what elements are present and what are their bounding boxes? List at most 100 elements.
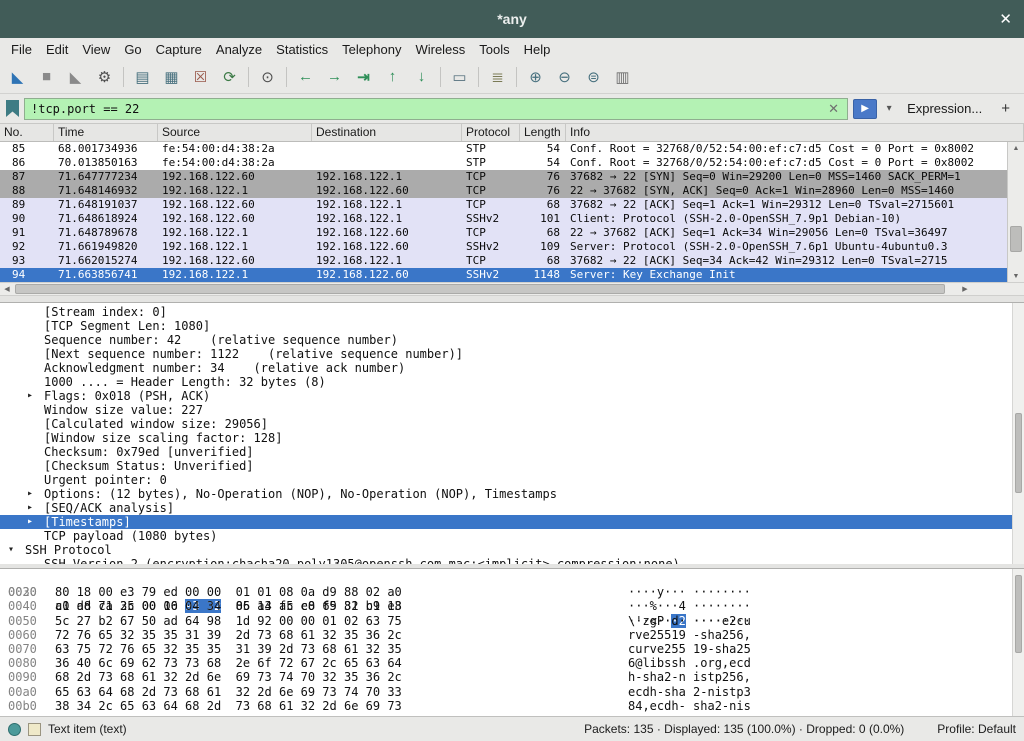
hex-row[interactable]: 007063 75 72 76 65 32 35 35 31 39 2d 73 … [0, 642, 1024, 656]
expand-arrow-icon[interactable]: ▾ [8, 543, 25, 557]
go-forward-button[interactable]: → [321, 64, 348, 90]
expand-arrow-icon[interactable] [27, 305, 44, 319]
expand-arrow-icon[interactable] [27, 473, 44, 487]
expand-arrow-icon[interactable] [27, 445, 44, 459]
menu-help[interactable]: Help [517, 40, 558, 59]
menu-statistics[interactable]: Statistics [269, 40, 335, 59]
expand-arrow-icon[interactable] [27, 459, 44, 473]
tree-item[interactable]: 1000 .... = Header Length: 32 bytes (8) [0, 375, 1024, 389]
details-v-scrollbar[interactable] [1012, 303, 1024, 564]
menu-file[interactable]: File [4, 40, 39, 59]
hex-row[interactable]: 008036 40 6c 69 62 73 73 68 2e 6f 72 67 … [0, 656, 1024, 670]
expand-arrow-icon[interactable] [27, 361, 44, 375]
close-window-icon[interactable]: ✕ [999, 10, 1012, 28]
tree-item[interactable]: TCP payload (1080 bytes) [0, 529, 1024, 543]
column-header-length[interactable]: Length [520, 124, 566, 141]
expand-arrow-icon[interactable] [27, 529, 44, 543]
go-last-packet-button[interactable]: ↓ [408, 64, 435, 90]
tree-item[interactable]: Window size value: 227 [0, 403, 1024, 417]
open-file-button[interactable]: ▤ [129, 64, 156, 90]
menu-analyze[interactable]: Analyze [209, 40, 269, 59]
find-packet-button[interactable]: ⊙ [254, 64, 281, 90]
restart-capture-button[interactable]: ◣ [62, 64, 89, 90]
expand-arrow-icon[interactable] [27, 417, 44, 431]
tree-item[interactable]: [Calculated window size: 29056] [0, 417, 1024, 431]
display-filter-input[interactable]: !tcp.port == 22 ✕ [24, 98, 848, 120]
packet-row[interactable]: 9071.648618924192.168.122.60192.168.122.… [0, 212, 1007, 226]
expand-arrow-icon[interactable] [27, 333, 44, 347]
tree-item[interactable]: [Checksum Status: Unverified] [0, 459, 1024, 473]
tree-item[interactable]: [Stream index: 0] [0, 305, 1024, 319]
scroll-thumb[interactable] [1015, 575, 1022, 653]
hex-row[interactable]: 00505c 27 b2 67 50 ad 64 98 1d 92 00 00 … [0, 614, 1024, 628]
hex-row[interactable]: 0040a1 dd c1 25 00 00 04 34 06 14 f5 e8 … [0, 599, 1024, 613]
expand-arrow-icon[interactable] [27, 347, 44, 361]
expand-arrow-icon[interactable] [27, 375, 44, 389]
auto-scroll-button[interactable]: ▭ [446, 64, 473, 90]
tree-item[interactable]: ▸[SEQ/ACK analysis] [0, 501, 1024, 515]
tree-item[interactable]: Sequence number: 42 (relative sequence n… [0, 333, 1024, 347]
reload-button[interactable]: ⟳ [216, 64, 243, 90]
packet-row[interactable]: 9171.648789678192.168.122.1192.168.122.6… [0, 226, 1007, 240]
packet-row[interactable]: 8670.013850163fe:54:00:d4:38:2aSTP54Conf… [0, 156, 1007, 170]
add-filter-button[interactable]: + [993, 100, 1018, 117]
scroll-left-arrow-icon[interactable]: ◀ [0, 283, 14, 295]
packet-row[interactable]: 9371.662015274192.168.122.60192.168.122.… [0, 254, 1007, 268]
scroll-up-arrow-icon[interactable]: ▲ [1008, 142, 1024, 154]
tree-item[interactable]: [Next sequence number: 1122 (relative se… [0, 347, 1024, 361]
colorize-button[interactable]: ≣ [484, 64, 511, 90]
start-capture-button[interactable]: ◣ [4, 64, 31, 90]
tree-item[interactable]: Acknowledgment number: 34 (relative ack … [0, 361, 1024, 375]
column-header-info[interactable]: Info [566, 124, 1024, 141]
column-header-source[interactable]: Source [158, 124, 312, 141]
save-file-button[interactable]: ▦ [158, 64, 185, 90]
tree-item[interactable]: Urgent pointer: 0 [0, 473, 1024, 487]
tree-item[interactable]: ▸Flags: 0x018 (PSH, ACK) [0, 389, 1024, 403]
scroll-right-arrow-icon[interactable]: ▶ [958, 283, 972, 295]
hex-row[interactable]: 009068 2d 73 68 61 32 2d 6e 69 73 74 70 … [0, 670, 1024, 684]
expand-arrow-icon[interactable] [27, 557, 44, 564]
tree-item[interactable]: [Window size scaling factor: 128] [0, 431, 1024, 445]
expand-arrow-icon[interactable]: ▸ [27, 389, 44, 403]
zoom-out-button[interactable]: ⊖ [551, 64, 578, 90]
stop-capture-button[interactable]: ■ [33, 64, 60, 90]
hex-row[interactable]: 0020 c0 a8 7a 3c 00 16 93 32 85 a3 ac c0… [0, 571, 1024, 585]
menu-edit[interactable]: Edit [39, 40, 75, 59]
profile-selector[interactable]: Profile: Default [937, 722, 1016, 736]
expand-arrow-icon[interactable] [27, 403, 44, 417]
scroll-thumb[interactable] [1015, 413, 1022, 493]
hex-row[interactable]: 006072 76 65 32 35 35 31 39 2d 73 68 61 … [0, 628, 1024, 642]
column-header-no[interactable]: No. [0, 124, 54, 141]
scroll-down-arrow-icon[interactable]: ▼ [1008, 270, 1024, 282]
scroll-thumb[interactable] [15, 284, 945, 294]
expand-arrow-icon[interactable]: ▸ [27, 515, 44, 529]
expand-arrow-icon[interactable] [27, 319, 44, 333]
capture-comment-icon[interactable] [28, 723, 41, 736]
packet-row[interactable]: 8771.647777234192.168.122.60192.168.122.… [0, 170, 1007, 184]
clear-filter-icon[interactable]: ✕ [826, 101, 841, 117]
expand-arrow-icon[interactable] [27, 431, 44, 445]
hex-row[interactable]: 00b038 34 2c 65 63 64 68 2d 73 68 61 32 … [0, 699, 1024, 713]
tree-item[interactable]: Checksum: 0x79ed [unverified] [0, 445, 1024, 459]
packet-list-h-scrollbar[interactable]: ◀ ▶ [0, 282, 1024, 296]
go-back-button[interactable]: ← [292, 64, 319, 90]
tree-item[interactable]: ▾SSH Protocol [0, 543, 1024, 557]
column-header-time[interactable]: Time [54, 124, 158, 141]
packet-row[interactable]: 8971.648191037192.168.122.60192.168.122.… [0, 198, 1007, 212]
menu-telephony[interactable]: Telephony [335, 40, 408, 59]
menu-view[interactable]: View [75, 40, 117, 59]
go-to-packet-button[interactable]: ⇥ [350, 64, 377, 90]
filter-bookmark-icon[interactable] [6, 100, 19, 117]
go-first-packet-button[interactable]: ↑ [379, 64, 406, 90]
hex-row[interactable]: 003080 18 00 e3 79 ed 00 00 01 01 08 0a … [0, 585, 1024, 599]
menu-go[interactable]: Go [117, 40, 148, 59]
menu-tools[interactable]: Tools [472, 40, 516, 59]
packet-list-v-scrollbar[interactable]: ▲ ▼ [1007, 142, 1024, 282]
expand-arrow-icon[interactable]: ▸ [27, 501, 44, 515]
column-header-destination[interactable]: Destination [312, 124, 462, 141]
filter-dropdown-icon[interactable]: ▾ [882, 99, 896, 119]
hex-v-scrollbar[interactable] [1012, 569, 1024, 716]
tree-item-selected[interactable]: ▸[Timestamps] [0, 515, 1024, 529]
capture-options-button[interactable]: ⚙ [91, 64, 118, 90]
expression-button[interactable]: Expression... [901, 101, 988, 116]
